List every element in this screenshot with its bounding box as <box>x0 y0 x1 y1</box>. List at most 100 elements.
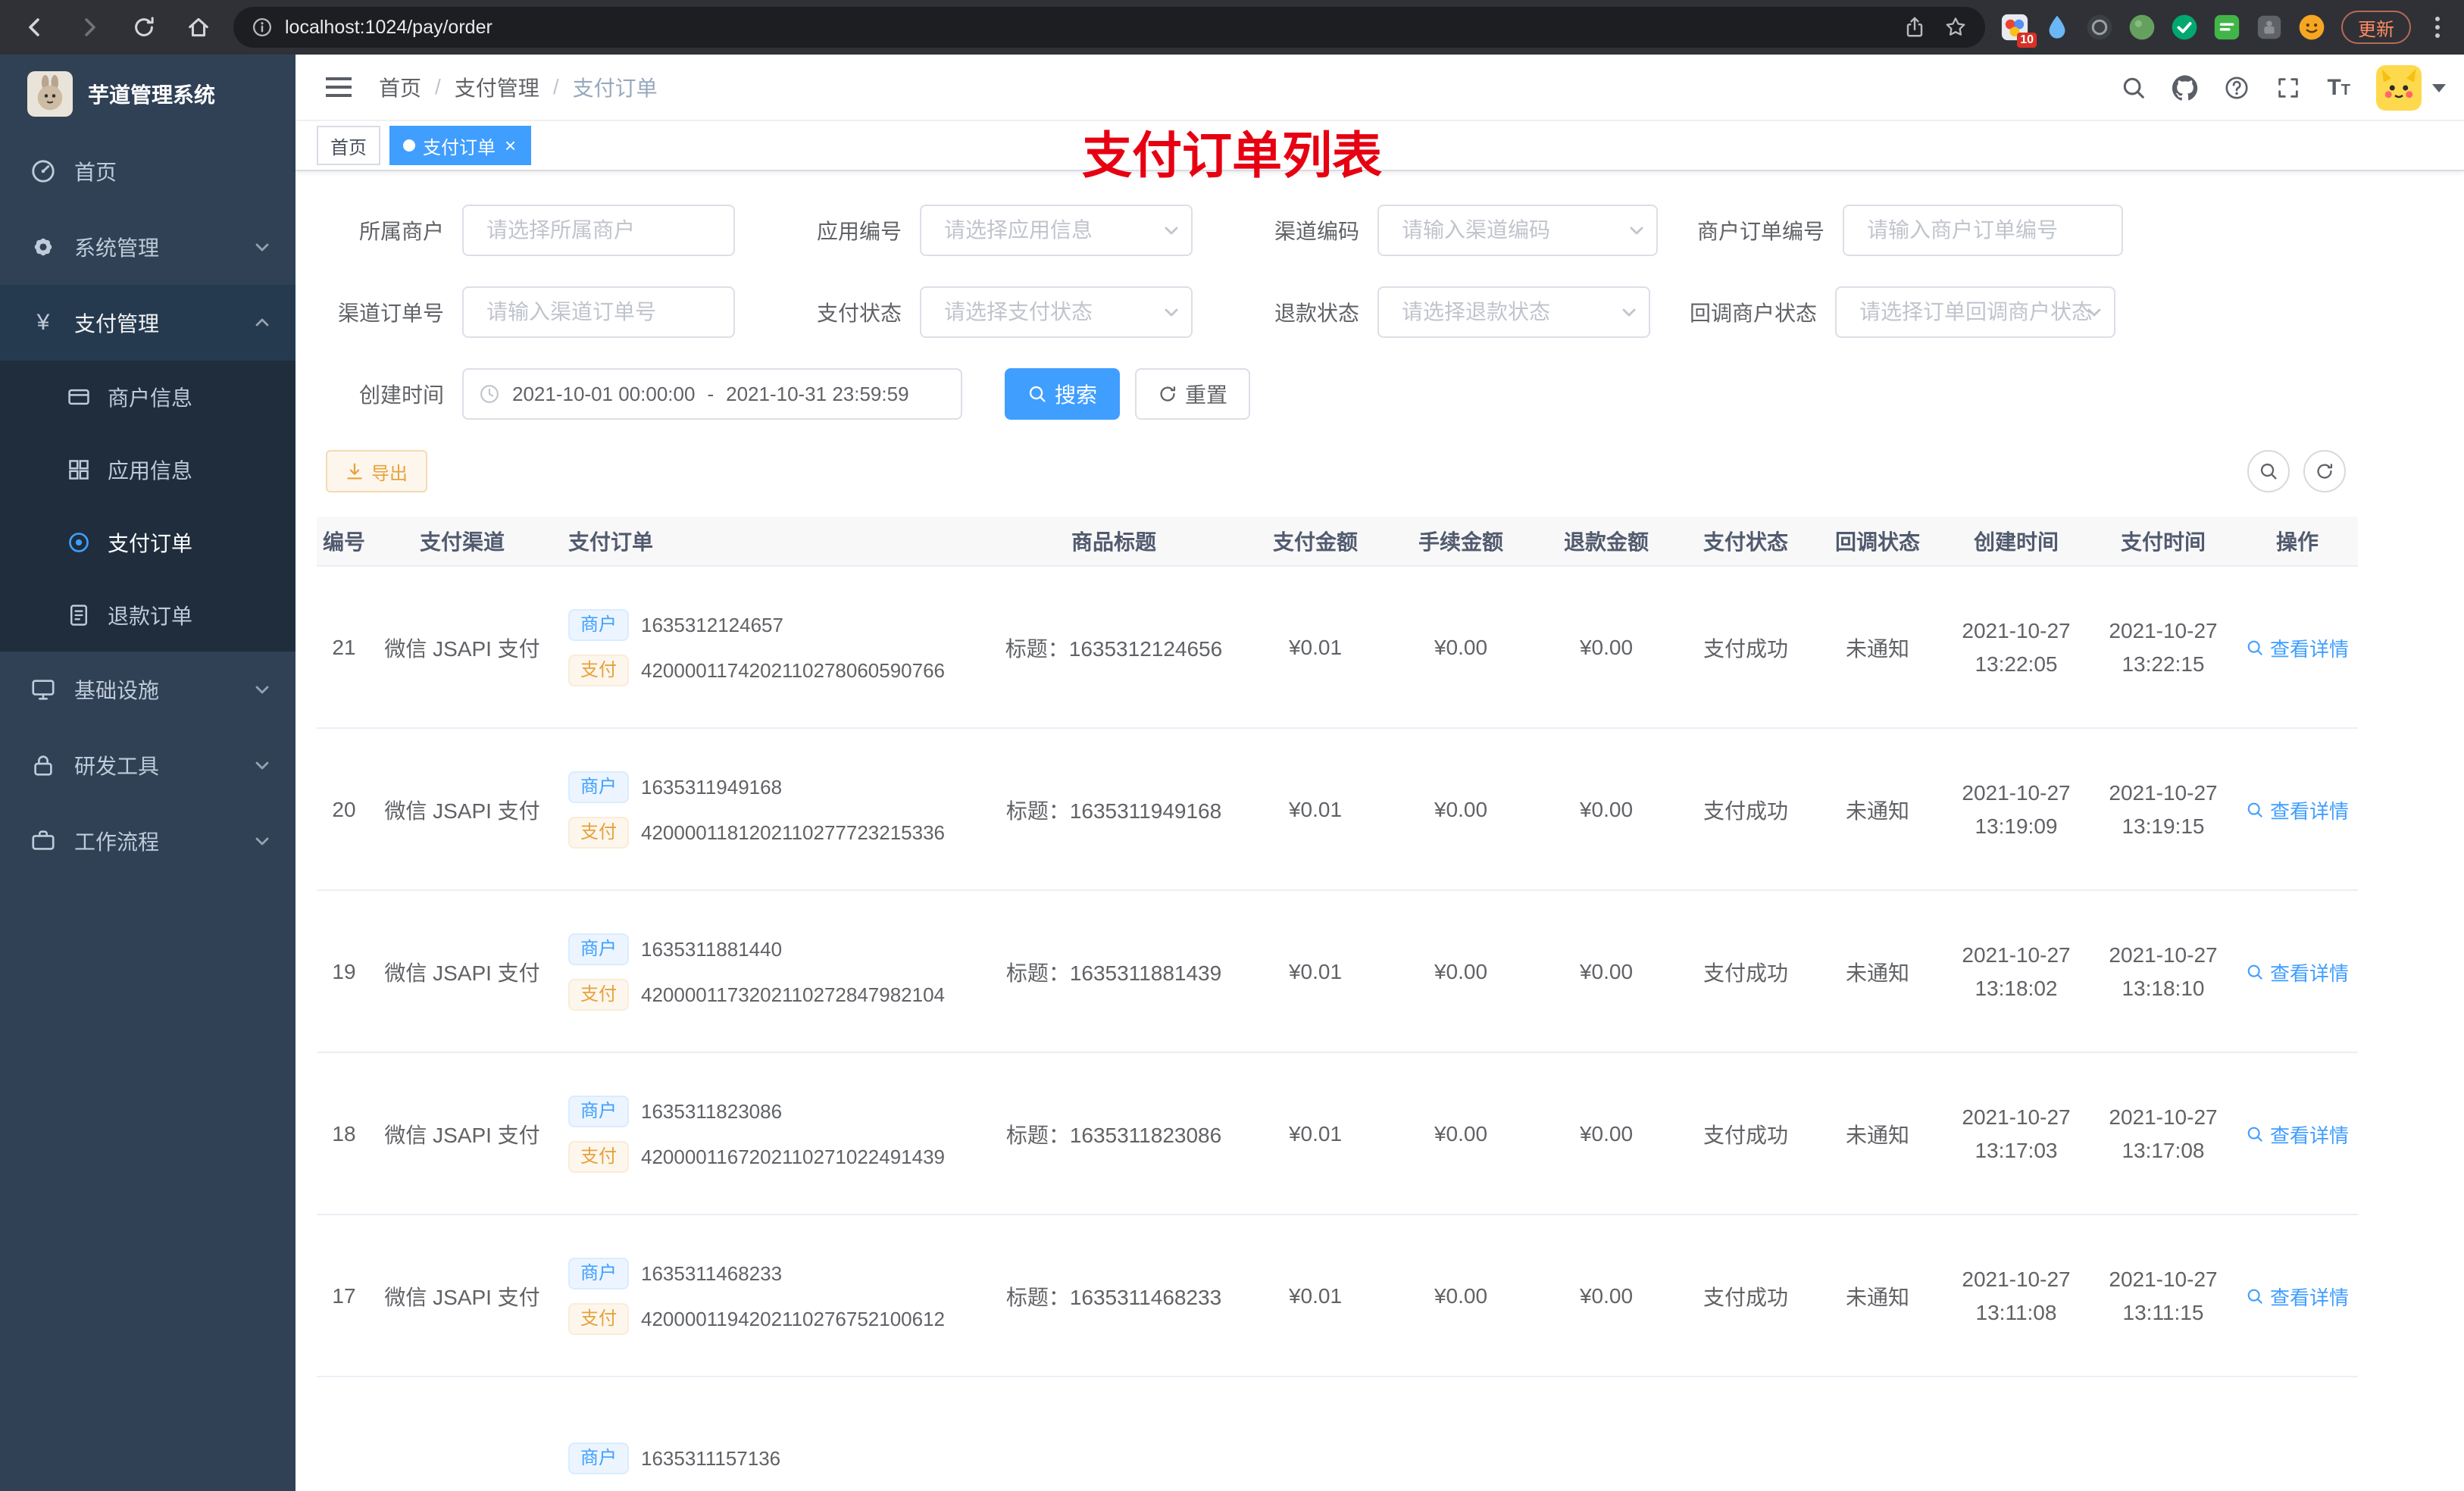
table-row: 17 微信 JSAPI 支付 商户 1635311468233 支付 4200001… <box>317 1215 2358 1377</box>
app-select[interactable] <box>920 205 1193 256</box>
channel-order-no-label: 渠道订单号 <box>337 302 444 325</box>
notify-status-select[interactable] <box>1835 286 2115 338</box>
download-icon <box>346 462 364 480</box>
active-dot <box>403 139 415 152</box>
refresh-table-button[interactable] <box>2303 450 2346 492</box>
browser-menu-icon[interactable] <box>2426 11 2449 44</box>
sidebar-item-system[interactable]: 系统管理 <box>0 209 295 285</box>
sidebar-item-home[interactable]: 首页 <box>0 133 295 209</box>
pay-status-select[interactable] <box>920 286 1193 338</box>
sidebar-item-infra[interactable]: 基础设施 <box>0 652 295 727</box>
col-pay-status: 支付状态 <box>1679 517 1812 565</box>
pay-status-label: 支付状态 <box>816 302 902 325</box>
sidebar-item-merchant-info[interactable]: 商户信息 <box>0 361 295 433</box>
create-time-range-picker[interactable]: 2021-10-01 00:00:00 - 2021-10-31 23:59:5… <box>462 368 962 420</box>
avatar[interactable] <box>2376 65 2422 111</box>
green-ball-extension-icon[interactable] <box>2128 13 2156 42</box>
create-time-label: 创建时间 <box>358 383 444 407</box>
browser-toolbar: localhost:1024/pay/order 10 更新 <box>0 0 2464 55</box>
col-pay-time: 支付时间 <box>2090 517 2237 565</box>
col-notify-status: 回调状态 <box>1812 517 1943 565</box>
channel-code-select[interactable] <box>1377 205 1658 256</box>
view-detail-link[interactable]: 查看详情 <box>2246 796 2349 824</box>
reset-button[interactable]: 重置 <box>1135 368 1251 420</box>
toggle-search-button[interactable] <box>2247 450 2290 492</box>
tab-home[interactable]: 首页 <box>317 126 380 165</box>
merchant-order-no: 1635311881440 <box>641 937 783 961</box>
pay-badge: 支付 <box>568 979 629 1011</box>
url-bar[interactable]: localhost:1024/pay/order <box>233 7 1985 48</box>
col-id: 编号 <box>317 517 371 565</box>
refresh-icon <box>2315 461 2334 481</box>
table-row: 21 微信 JSAPI 支付 商户 1635312124657 支付 4200001… <box>317 567 2358 729</box>
merchant-badge: 商户 <box>568 1096 629 1127</box>
browser-forward-button[interactable] <box>70 8 109 47</box>
view-detail-link[interactable]: 查看详情 <box>2246 958 2349 986</box>
emoji-profile-icon[interactable] <box>2297 13 2326 42</box>
channel-order-no-input[interactable] <box>462 286 735 338</box>
droplet-extension-icon[interactable] <box>2043 13 2072 42</box>
view-detail-link[interactable]: 查看详情 <box>2246 1283 2349 1311</box>
export-button[interactable]: 导出 <box>326 450 427 492</box>
merchant-order-no-input[interactable] <box>1843 205 2123 256</box>
site-info-icon[interactable] <box>252 17 273 38</box>
merchant-order-no: 1635311949168 <box>641 775 783 799</box>
puzzle-extension-icon[interactable] <box>2255 13 2284 42</box>
browser-home-button[interactable] <box>179 8 218 47</box>
search-button[interactable]: 搜索 <box>1005 368 1121 420</box>
share-icon[interactable] <box>1903 16 1926 39</box>
chevron-down-icon <box>253 238 271 256</box>
sidebar-item-workflow[interactable]: 工作流程 <box>0 803 295 879</box>
sticker-extension-icon[interactable]: 10 <box>2000 13 2037 48</box>
search-icon[interactable] <box>2121 75 2147 101</box>
ring-extension-icon[interactable] <box>2085 13 2114 42</box>
help-icon[interactable] <box>2224 75 2250 101</box>
close-icon[interactable]: × <box>503 136 518 155</box>
channel-pay-no: 4200001181202110277723215336 <box>641 821 946 844</box>
col-create-time: 创建时间 <box>1943 517 2090 565</box>
sidebar-item-devtools[interactable]: 研发工具 <box>0 727 295 803</box>
sidebar-item-refund-order[interactable]: 退款订单 <box>0 579 295 652</box>
yen-icon: ¥ <box>36 310 50 335</box>
search-icon <box>2246 1125 2264 1143</box>
extension-badge: 10 <box>2017 33 2037 48</box>
github-icon[interactable] <box>2172 75 2198 101</box>
col-actions: 操作 <box>2237 517 2358 565</box>
browser-reload-button[interactable] <box>124 8 164 47</box>
pay-badge: 支付 <box>568 817 629 849</box>
breadcrumb-home[interactable]: 首页 <box>379 72 421 102</box>
table-row: 20 微信 JSAPI 支付 商户 1635311949168 支付 4200001… <box>317 729 2358 891</box>
order-table: 编号 支付渠道 支付订单 商品标题 支付金额 手续金额 退款金额 支付状态 回调… <box>317 517 2358 1491</box>
chat-extension-icon[interactable] <box>2212 13 2241 42</box>
tags-bar: 首页 支付订单 × <box>295 121 2464 171</box>
view-detail-link[interactable]: 查看详情 <box>2246 634 2349 662</box>
briefcase-icon <box>30 828 56 854</box>
bookmark-star-icon[interactable] <box>1944 16 1967 39</box>
channel-pay-no: 4200001194202110276752100612 <box>641 1307 946 1330</box>
view-detail-link[interactable]: 查看详情 <box>2246 1121 2349 1149</box>
col-pay-order: 支付订单 <box>553 517 985 565</box>
merchant-order-no: 1635312124657 <box>641 613 783 636</box>
lock-icon <box>30 752 56 778</box>
check-extension-icon[interactable] <box>2170 13 2199 42</box>
search-icon <box>2246 1287 2264 1305</box>
breadcrumb-section[interactable]: 支付管理 <box>455 72 539 102</box>
browser-update-button[interactable]: 更新 <box>2341 11 2411 44</box>
search-icon <box>2246 801 2264 819</box>
refund-status-label: 退款状态 <box>1274 302 1359 325</box>
hamburger-icon[interactable] <box>317 68 361 106</box>
search-icon <box>2259 461 2278 481</box>
clock-icon <box>479 383 500 405</box>
tab-pay-order[interactable]: 支付订单 × <box>389 126 532 165</box>
merchant-select[interactable] <box>462 205 735 256</box>
app-title: 芋道管理系统 <box>88 83 216 107</box>
sidebar-item-pay[interactable]: ¥ 支付管理 <box>0 285 295 361</box>
browser-back-button[interactable] <box>15 8 55 47</box>
screen: localhost:1024/pay/order 10 更新 芋道管理系统 首页… <box>0 0 2464 1491</box>
sidebar-item-pay-order[interactable]: 支付订单 <box>0 506 295 579</box>
fullscreen-icon[interactable] <box>2275 75 2301 101</box>
sidebar-item-app-info[interactable]: 应用信息 <box>0 433 295 506</box>
refund-status-select[interactable] <box>1377 286 1650 338</box>
user-menu[interactable] <box>2376 65 2446 111</box>
font-size-icon[interactable]: TT <box>2327 77 2350 99</box>
